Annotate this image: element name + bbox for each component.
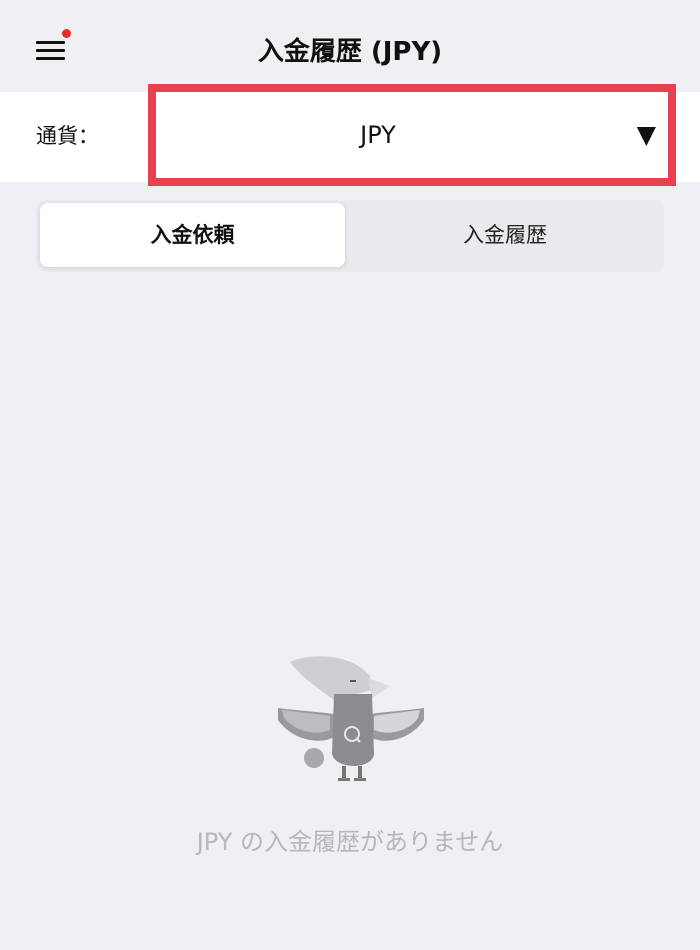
currency-dropdown[interactable]: JPY ▼ bbox=[148, 84, 676, 186]
bird-mascot-illustration bbox=[272, 650, 428, 790]
currency-selector-row: 通貨： JPY ▼ bbox=[0, 84, 700, 186]
empty-state-message: JPY の入金履歴がありません bbox=[196, 828, 504, 856]
tab-deposit-request[interactable]: 入金依頼 bbox=[40, 203, 345, 267]
tab-deposit-history[interactable]: 入金履歴 bbox=[350, 203, 660, 267]
caret-down-icon: ▼ bbox=[636, 120, 656, 149]
app-header: 入金履歴 (JPY) bbox=[0, 0, 700, 92]
tab-bar: 入金依頼 入金履歴 bbox=[36, 200, 664, 272]
currency-label: 通貨： bbox=[36, 124, 99, 148]
page-title: 入金履歴 (JPY) bbox=[257, 37, 443, 67]
currency-selected-value: JPY bbox=[360, 121, 396, 149]
